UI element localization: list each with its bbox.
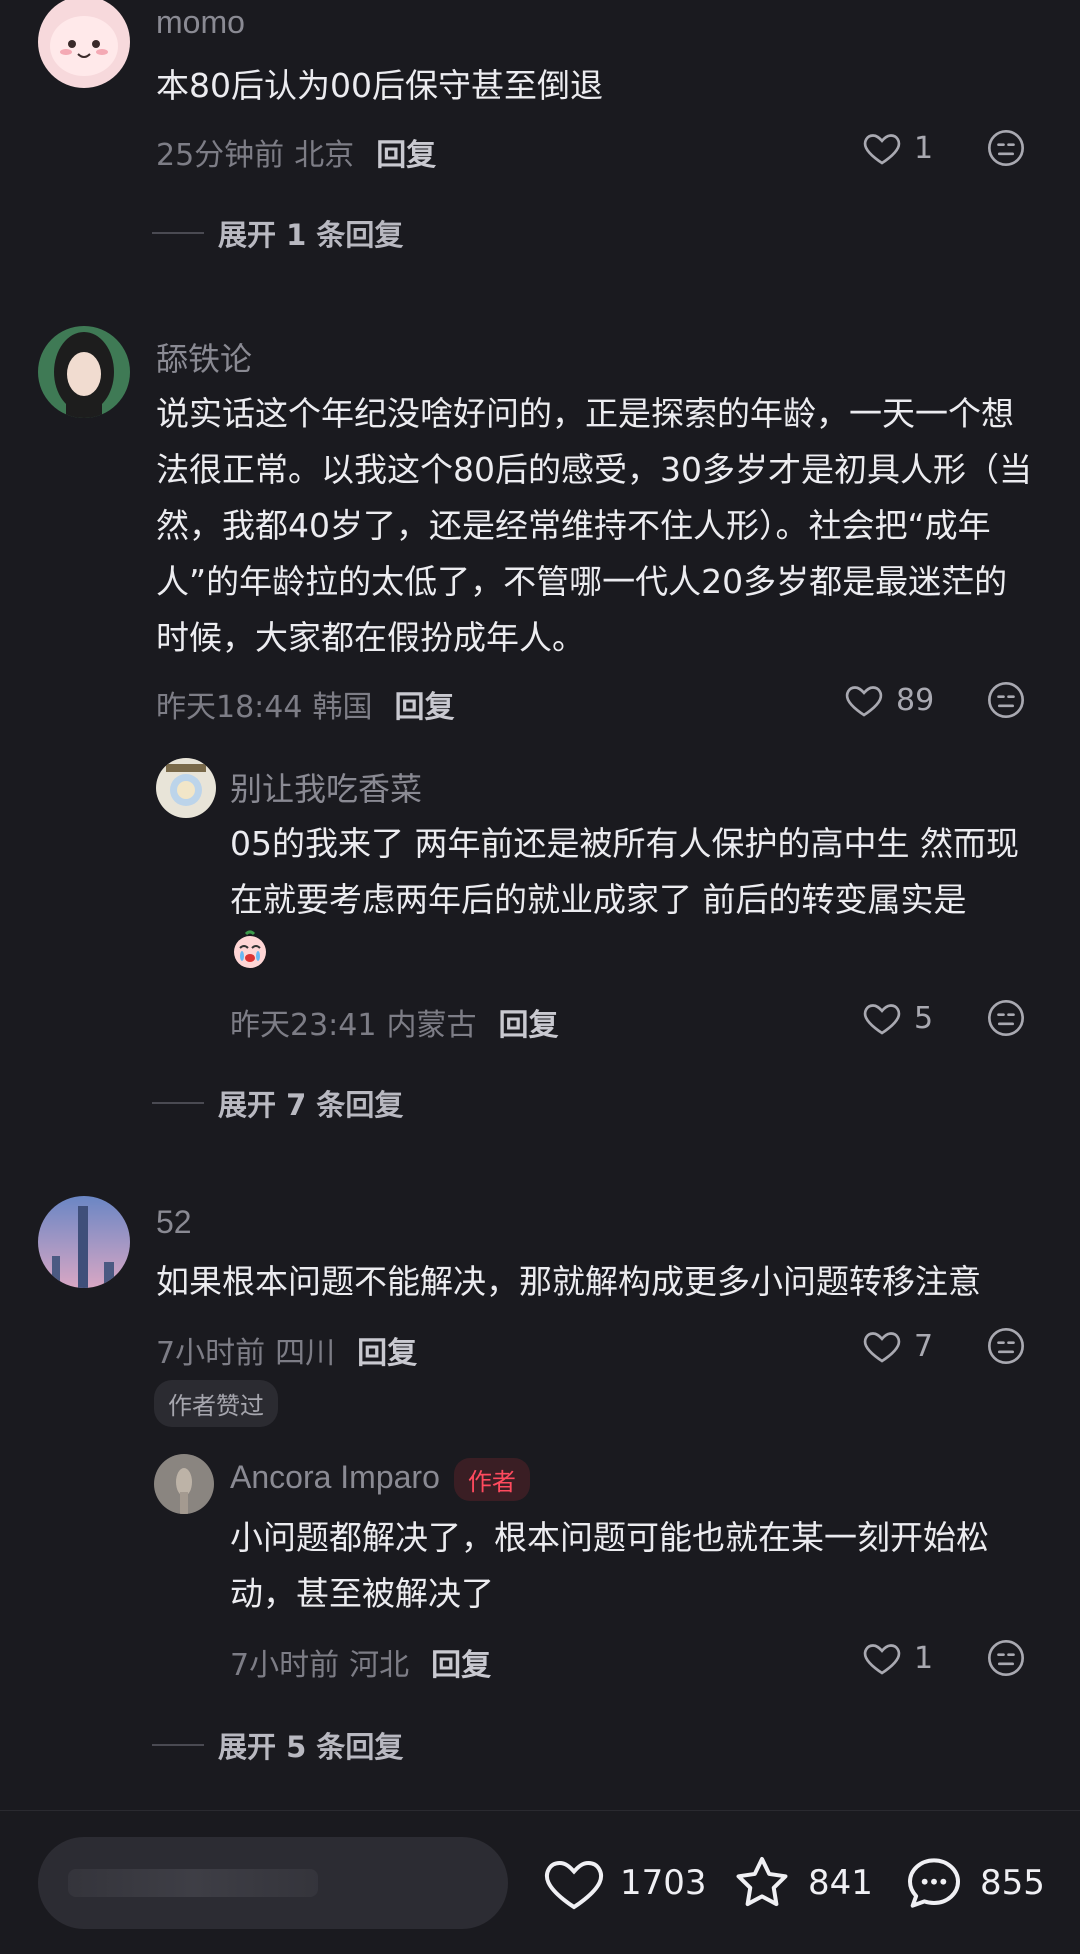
expand-replies-label: 展开 5 条回复 — [218, 1730, 404, 1764]
comment-meta: 7小时前 四川 回复 — [156, 1328, 417, 1372]
timestamp: 7小时前 — [230, 1648, 340, 1683]
like-button[interactable]: 1 — [862, 1638, 933, 1678]
divider — [152, 232, 204, 234]
reply-meta: 昨天23:41 内蒙古 回复 — [230, 1000, 558, 1044]
heart-outline-icon — [863, 134, 901, 165]
like-count: 5 — [914, 1000, 934, 1036]
reply-button[interactable]: 回复 — [394, 682, 454, 726]
reply-text: 小问题都解决了，根本问题可能也就在某一刻开始松动，甚至被解决了 — [230, 1518, 989, 1613]
heart-outline-icon — [863, 1004, 901, 1035]
location: 河北 — [349, 1648, 410, 1683]
heart-outline-icon — [545, 1860, 603, 1910]
favorite-button[interactable]: 841 — [730, 1851, 873, 1915]
input-placeholder-blurred — [68, 1869, 318, 1897]
neutral-face-icon[interactable] — [986, 1326, 1026, 1366]
location: 韩国 — [312, 690, 373, 725]
comment-count: 855 — [980, 1863, 1045, 1903]
heart-outline-icon — [845, 686, 883, 717]
bottom-action-bar: 1703 841 855 — [0, 1810, 1080, 1954]
like-button[interactable]: 7 — [862, 1326, 933, 1366]
expand-replies-label: 展开 7 条回复 — [218, 1088, 404, 1122]
timestamp: 25分钟前 — [156, 138, 285, 173]
heart-outline-icon — [863, 1332, 901, 1363]
reply-button[interactable]: 回复 — [431, 1640, 491, 1684]
comments-screen: momo 本80后认为00后保守甚至倒退 25分钟前 北京 回复 1 展开 1 … — [0, 0, 1080, 1954]
comment-text: 如果根本问题不能解决，那就解构成更多小问题转移注意 — [156, 1262, 981, 1301]
chat-bubble-icon — [908, 1858, 960, 1908]
divider — [152, 1744, 204, 1746]
comment-text: 说实话这个年纪没啥好问的，正是探索的年龄，一天一个想法很正常。以我这个80后的感… — [156, 394, 1032, 657]
location: 四川 — [275, 1336, 336, 1371]
location: 内蒙古 — [386, 1008, 477, 1043]
avatar[interactable] — [38, 0, 130, 88]
expand-replies[interactable]: 展开 7 条回复 — [152, 1082, 403, 1124]
username[interactable]: 52 — [156, 1204, 192, 1241]
comment-meta: 昨天18:44 韩国 回复 — [156, 682, 454, 726]
author-liked-badge: 作者赞过 — [154, 1380, 278, 1427]
comment-meta: 25分钟前 北京 回复 — [156, 130, 436, 174]
comment-text: 本80后认为00后保守甚至倒退 — [156, 66, 603, 105]
timestamp: 7小时前 — [156, 1336, 266, 1371]
neutral-face-icon[interactable] — [986, 128, 1026, 168]
reply-username[interactable]: 别让我吃香菜 — [230, 764, 422, 810]
expand-replies[interactable]: 展开 1 条回复 — [152, 212, 403, 254]
timestamp: 昨天23:41 — [230, 1008, 377, 1043]
like-count: 1 — [914, 1640, 934, 1676]
reply-button[interactable]: 回复 — [376, 130, 436, 174]
like-count: 7 — [914, 1328, 934, 1364]
neutral-face-icon[interactable] — [986, 680, 1026, 720]
username[interactable]: 舔铁论 — [156, 334, 252, 380]
reply-avatar[interactable] — [156, 758, 216, 818]
crying-emoji-icon — [230, 930, 270, 970]
divider — [152, 1102, 204, 1104]
like-button[interactable]: 1 — [862, 128, 933, 168]
comment-count-button[interactable]: 855 — [902, 1851, 1045, 1915]
expand-replies[interactable]: 展开 5 条回复 — [152, 1724, 403, 1766]
reply-button[interactable]: 回复 — [357, 1328, 417, 1372]
username[interactable]: momo — [156, 4, 245, 41]
like-button[interactable]: 89 — [844, 680, 934, 720]
like-count: 89 — [896, 682, 935, 718]
avatar[interactable] — [38, 326, 130, 418]
avatar[interactable] — [38, 1196, 130, 1288]
expand-replies-label: 展开 1 条回复 — [218, 218, 404, 252]
like-button[interactable]: 5 — [862, 998, 933, 1038]
reply-button[interactable]: 回复 — [498, 1000, 558, 1044]
like-total-button[interactable]: 1703 — [542, 1851, 707, 1915]
star-outline-icon — [736, 1857, 788, 1907]
comment-input[interactable] — [38, 1837, 508, 1929]
reply-text-content: 05的我来了 两年前还是被所有人保护的高中生 然而现在就要考虑两年后的就业成家了… — [230, 824, 1019, 919]
favorite-count: 841 — [808, 1863, 873, 1903]
reply-text: 05的我来了 两年前还是被所有人保护的高中生 然而现在就要考虑两年后的就业成家了… — [230, 816, 1050, 970]
reply-username-text[interactable]: Ancora Imparo — [230, 1459, 440, 1495]
like-total: 1703 — [620, 1863, 707, 1903]
reply-meta: 7小时前 河北 回复 — [230, 1640, 491, 1684]
author-tag: 作者 — [453, 1458, 530, 1501]
heart-outline-icon — [863, 1644, 901, 1675]
location: 北京 — [294, 138, 355, 173]
timestamp: 昨天18:44 — [156, 690, 303, 725]
neutral-face-icon[interactable] — [986, 1638, 1026, 1678]
neutral-face-icon[interactable] — [986, 998, 1026, 1038]
reply-avatar[interactable] — [154, 1454, 214, 1514]
like-count: 1 — [914, 130, 934, 166]
reply-username: Ancora Imparo 作者 — [230, 1458, 530, 1501]
